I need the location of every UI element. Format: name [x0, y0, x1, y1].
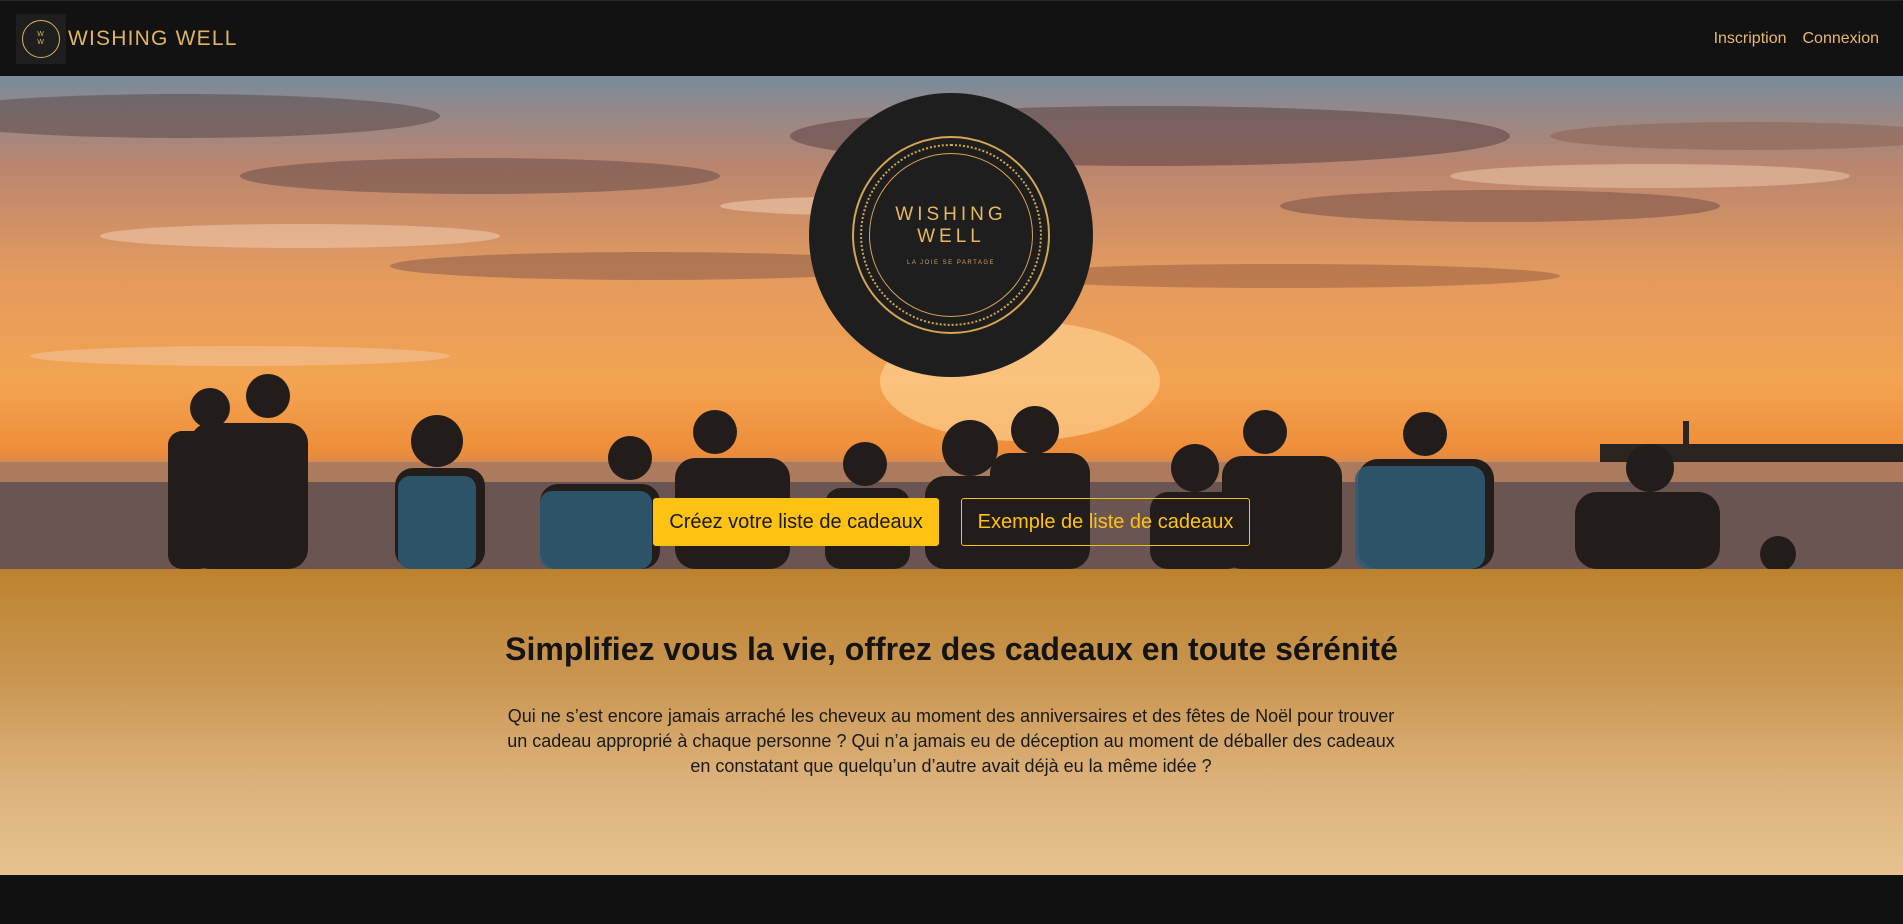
nav-links: Inscription Connexion: [1714, 30, 1879, 48]
nav-inscription-link[interactable]: Inscription: [1714, 30, 1787, 48]
emblem-title-line2: WELL: [917, 226, 985, 247]
intro-heading: Simplifiez vous la vie, offrez des cadea…: [505, 631, 1398, 667]
emblem-title-line1: WISHING: [895, 204, 1007, 225]
example-gift-list-button[interactable]: Exemple de liste de cadeaux: [961, 498, 1250, 546]
intro-paragraph: Qui ne s’est encore jamais arraché les c…: [507, 706, 1395, 776]
brand-link[interactable]: WW WISHING WELL: [16, 14, 238, 64]
hero-banner: WISHING WELL LA JOIE SE PARTAGE Créez vo…: [0, 76, 1903, 569]
brand-logo-icon: WW: [16, 14, 66, 64]
brand-name: WISHING WELL: [68, 27, 238, 50]
footer-bar: [0, 875, 1903, 924]
nav-connexion-link[interactable]: Connexion: [1803, 30, 1880, 48]
hero-emblem-logo: WISHING WELL LA JOIE SE PARTAGE: [809, 93, 1093, 377]
create-gift-list-button[interactable]: Créez votre liste de cadeaux: [653, 498, 939, 546]
emblem-tagline: LA JOIE SE PARTAGE: [906, 260, 996, 266]
intro-section: Simplifiez vous la vie, offrez des cadea…: [0, 569, 1903, 875]
top-navbar: WW WISHING WELL Inscription Connexion: [0, 0, 1903, 76]
